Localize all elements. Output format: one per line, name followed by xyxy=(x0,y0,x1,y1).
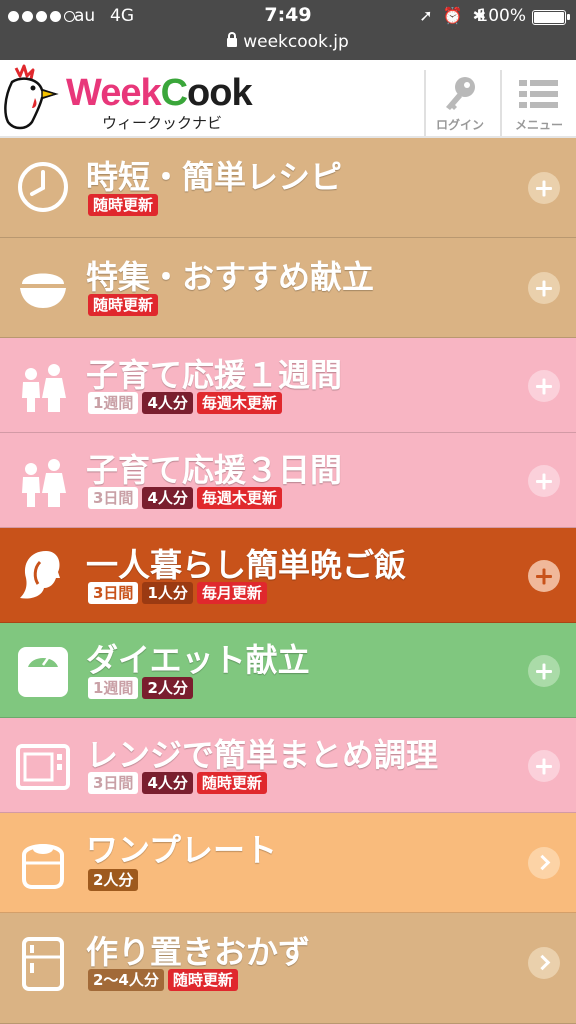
menu-list-icon xyxy=(519,80,558,108)
servings-tag: 2人分 xyxy=(142,677,193,699)
update-tag: 随時更新 xyxy=(88,194,159,216)
expand-plus-icon[interactable] xyxy=(528,172,560,204)
expand-plus-icon[interactable] xyxy=(528,370,560,402)
menu-item-title: 時短・簡単レシピ xyxy=(86,158,343,196)
children-icon xyxy=(22,364,66,412)
update-tag: 随時更新 xyxy=(196,772,267,794)
key-icon xyxy=(446,77,475,110)
children-icon xyxy=(22,459,66,507)
update-tag: 随時更新 xyxy=(167,969,238,991)
site-logo[interactable]: WeekCook ウィークックナビ xyxy=(0,64,280,134)
menu-item-diet[interactable]: ダイエット献立 1週間 2人分 xyxy=(0,623,576,718)
battery-icon xyxy=(532,10,570,25)
menu-item-jitan-recipe[interactable]: 時短・簡単レシピ 随時更新 xyxy=(0,138,576,238)
menu-item-one-plate[interactable]: ワンプレート 2人分 xyxy=(0,813,576,913)
clock-icon xyxy=(18,162,68,212)
lock-icon xyxy=(227,32,238,47)
menu-label: メニュー xyxy=(514,118,563,132)
scale-icon xyxy=(18,647,68,697)
site-header: WeekCook ウィークックナビ ログイン メニュー xyxy=(0,60,576,138)
menu-item-range[interactable]: レンジで簡単まとめ調理 3日間 4人分 随時更新 xyxy=(0,718,576,813)
menu-button[interactable]: メニュー xyxy=(500,70,576,136)
refrigerator-icon xyxy=(22,937,64,991)
menu-item-tokushu[interactable]: 特集・おすすめ献立 随時更新 xyxy=(0,238,576,338)
menu-item-kosodate-1week[interactable]: 子育て応援１週間 1週間 4人分 毎週木更新 xyxy=(0,338,576,433)
logo-subtitle: ウィークックナビ xyxy=(102,114,223,132)
update-tag: 毎週木更新 xyxy=(196,392,282,414)
servings-tag: 4人分 xyxy=(142,772,193,794)
servings-tag: 4人分 xyxy=(142,392,193,414)
location-icon: ➚ xyxy=(419,6,433,25)
address-bar[interactable]: weekcook.jp xyxy=(0,32,576,52)
menu-item-title: 一人暮らし簡単晩ご飯 xyxy=(86,546,407,584)
expand-plus-icon[interactable] xyxy=(528,750,560,782)
period-tag: 3日間 xyxy=(88,772,139,794)
menu-item-title: レンジで簡単まとめ調理 xyxy=(86,736,439,774)
servings-tag: 2人分 xyxy=(88,869,139,891)
expand-plus-icon[interactable] xyxy=(528,560,560,592)
menu-item-title: 特集・おすすめ献立 xyxy=(86,258,375,296)
period-tag: 1週間 xyxy=(88,677,139,699)
rice-cooker-icon xyxy=(22,844,64,889)
login-button[interactable]: ログイン xyxy=(424,70,494,136)
microwave-icon xyxy=(16,744,70,790)
expand-plus-icon[interactable] xyxy=(528,655,560,687)
update-tag: 毎週木更新 xyxy=(196,487,282,509)
expand-plus-icon[interactable] xyxy=(528,272,560,304)
alarm-icon: ⏰ xyxy=(442,6,463,25)
update-tag: 毎月更新 xyxy=(196,582,267,604)
expand-plus-icon[interactable] xyxy=(528,465,560,497)
period-tag: 1週間 xyxy=(88,392,139,414)
servings-tag: 2～4人分 xyxy=(88,969,164,991)
menu-item-title: ワンプレート xyxy=(86,831,278,869)
url-text: weekcook.jp xyxy=(243,32,349,52)
menu-item-title: ダイエット献立 xyxy=(86,641,310,679)
status-bar: au 4G 7:49 ➚ ⏰ ✱ 100% weekcook.jp xyxy=(0,0,576,60)
servings-tag: 1人分 xyxy=(142,582,193,604)
rice-bowl-icon xyxy=(20,273,66,308)
servings-tag: 4人分 xyxy=(142,487,193,509)
period-tag: 3日間 xyxy=(88,487,139,509)
chevron-right-icon[interactable] xyxy=(528,847,560,879)
chevron-right-icon[interactable] xyxy=(528,947,560,979)
update-tag: 随時更新 xyxy=(88,294,159,316)
menu-item-title: 子育て応援１週間 xyxy=(86,356,343,394)
menu-item-kosodate-3days[interactable]: 子育て応援３日間 3日間 4人分 毎週木更新 xyxy=(0,433,576,528)
period-tag: 3日間 xyxy=(88,582,139,604)
login-label: ログイン xyxy=(435,118,484,132)
menu-item-tsukurioki[interactable]: 作り置きおかず 2～4人分 随時更新 xyxy=(0,913,576,1024)
rooster-logo-icon xyxy=(4,64,59,130)
battery-percent: 100% xyxy=(477,6,526,26)
woman-profile-icon xyxy=(20,551,60,599)
menu-item-title: 子育て応援３日間 xyxy=(86,451,343,489)
logo-title: WeekCook xyxy=(66,72,253,114)
menu-item-hitorigurashi[interactable]: 一人暮らし簡単晩ご飯 3日間 1人分 毎月更新 xyxy=(0,528,576,623)
menu-item-title: 作り置きおかず xyxy=(86,933,311,971)
